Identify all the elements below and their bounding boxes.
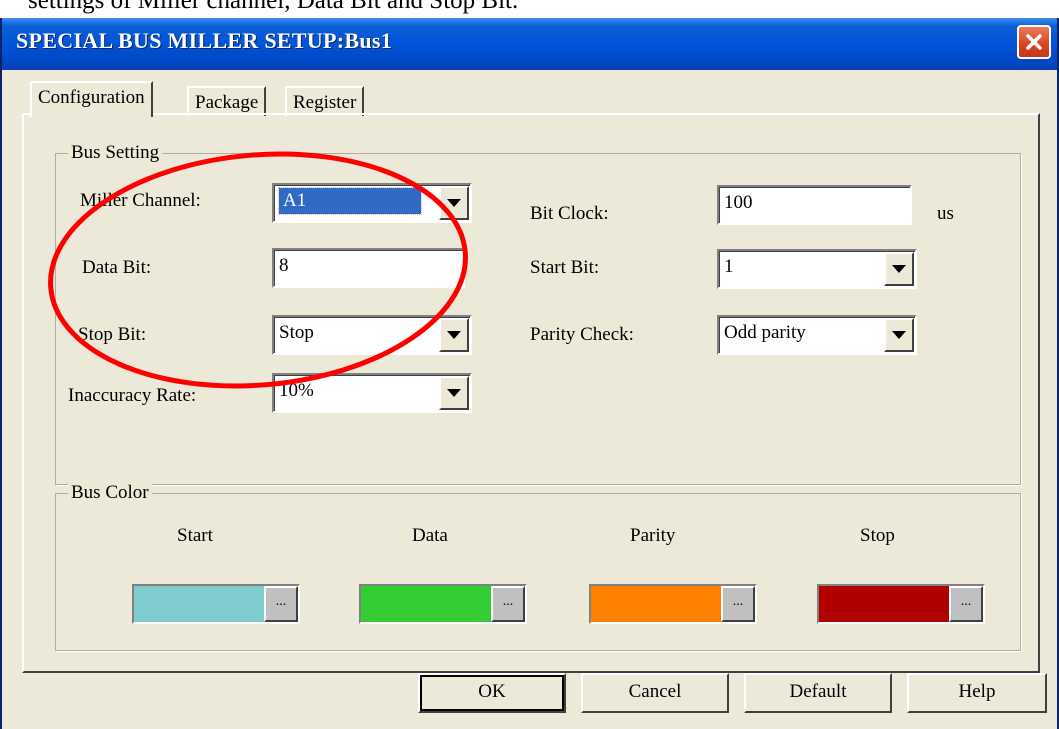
default-button[interactable]: Default <box>744 673 892 713</box>
start-color-picker[interactable]: ... <box>132 584 300 624</box>
bit-clock-unit: us <box>937 203 954 224</box>
parity-check-dropdown-button[interactable] <box>884 318 914 352</box>
stop-color-picker[interactable]: ... <box>817 584 985 624</box>
data-bit-input[interactable]: 8 <box>272 248 465 288</box>
start-color-browse-button[interactable]: ... <box>264 586 298 622</box>
document-caption-text: settings of Miller channel, Data Bit and… <box>28 0 519 14</box>
color-label-data: Data <box>412 525 448 546</box>
cancel-button[interactable]: Cancel <box>581 673 729 713</box>
parity-check-label: Parity Check: <box>530 324 634 345</box>
start-bit-value: 1 <box>724 256 734 277</box>
data-color-browse-button[interactable]: ... <box>491 586 525 622</box>
data-bit-label: Data Bit: <box>82 257 152 278</box>
stop-bit-select[interactable]: Stop <box>272 315 472 355</box>
chevron-down-icon <box>892 265 906 273</box>
chevron-down-icon <box>892 331 906 339</box>
stop-bit-label: Stop Bit: <box>78 324 147 345</box>
color-label-parity: Parity <box>630 525 676 546</box>
start-color-swatch <box>134 586 264 622</box>
data-color-swatch <box>361 586 491 622</box>
chevron-down-icon <box>447 331 461 339</box>
data-color-picker[interactable]: ... <box>359 584 527 624</box>
miller-channel-dropdown-button[interactable] <box>439 186 469 220</box>
close-button[interactable] <box>1017 25 1051 59</box>
bit-clock-input[interactable]: 100 <box>717 185 912 225</box>
start-bit-dropdown-button[interactable] <box>884 252 914 286</box>
inaccuracy-rate-select[interactable]: 10% <box>272 373 472 413</box>
ok-button[interactable]: OK <box>418 673 566 713</box>
inaccuracy-rate-dropdown-button[interactable] <box>439 376 469 410</box>
start-bit-label: Start Bit: <box>530 257 600 278</box>
color-label-stop: Stop <box>860 525 895 546</box>
bus-setting-title: Bus Setting <box>68 140 163 166</box>
window-title: SPECIAL BUS MILLER SETUP:Bus1 <box>16 28 393 53</box>
parity-color-browse-button[interactable]: ... <box>721 586 755 622</box>
stop-color-swatch <box>819 586 949 622</box>
parity-check-value: Odd parity <box>724 322 806 343</box>
miller-channel-value: A1 <box>278 187 422 215</box>
color-label-start: Start <box>177 525 213 546</box>
help-button[interactable]: Help <box>907 673 1047 713</box>
bus-color-title: Bus Color <box>68 480 152 506</box>
chevron-down-icon <box>447 389 461 397</box>
chevron-down-icon <box>447 199 461 207</box>
miller-channel-select[interactable]: A1 <box>272 183 472 223</box>
miller-channel-label: Miller Channel: <box>80 190 201 211</box>
close-x-icon <box>1026 34 1042 50</box>
inaccuracy-rate-label: Inaccuracy Rate: <box>68 385 197 406</box>
inaccuracy-rate-value: 10% <box>279 380 314 401</box>
parity-color-swatch <box>591 586 721 622</box>
title-bar[interactable]: SPECIAL BUS MILLER SETUP:Bus1 <box>2 18 1057 70</box>
tab-package[interactable]: Package <box>187 86 267 116</box>
parity-check-select[interactable]: Odd parity <box>717 315 917 355</box>
start-bit-select[interactable]: 1 <box>717 249 917 289</box>
tab-configuration[interactable]: Configuration <box>30 81 153 117</box>
parity-color-picker[interactable]: ... <box>589 584 757 624</box>
bit-clock-label: Bit Clock: <box>530 203 609 224</box>
tab-register[interactable]: Register <box>285 86 365 116</box>
stop-bit-value: Stop <box>279 322 314 343</box>
stop-color-browse-button[interactable]: ... <box>949 586 983 622</box>
special-bus-miller-setup-dialog: SPECIAL BUS MILLER SETUP:Bus1 Configurat… <box>0 18 1059 729</box>
stop-bit-dropdown-button[interactable] <box>439 318 469 352</box>
bus-color-group: Bus Color <box>55 480 1021 651</box>
